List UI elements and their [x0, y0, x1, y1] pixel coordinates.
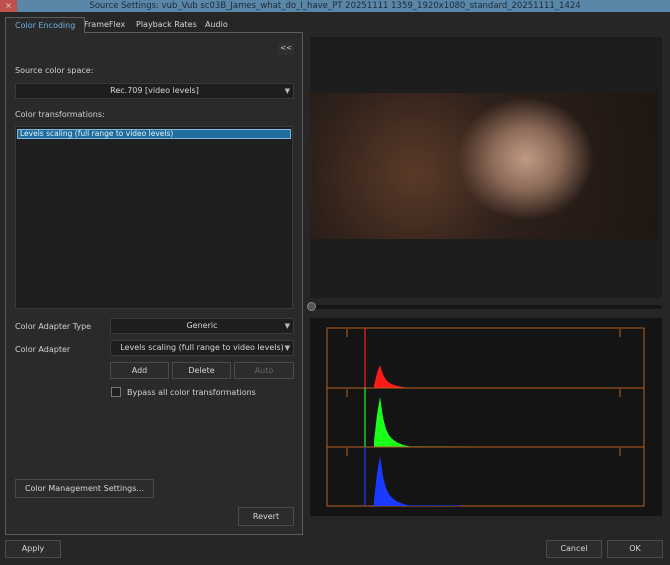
tab-color-encoding[interactable]: Color Encoding	[5, 17, 86, 33]
window-title: Source Settings: vub_Vub sc03B_James_wha…	[89, 1, 581, 11]
tab-audio[interactable]: Audio	[196, 17, 237, 33]
histogram-panel	[310, 318, 662, 516]
color-transformations-list[interactable]: Levels scaling (full range to video leve…	[15, 126, 293, 309]
tab-playback-rates[interactable]: Playback Rates	[127, 17, 206, 33]
rgb-histogram	[326, 327, 645, 507]
auto-button[interactable]: Auto	[234, 362, 294, 379]
bypass-label: Bypass all color transformations	[127, 388, 256, 397]
color-management-settings-button[interactable]: Color Management Settings...	[15, 479, 154, 498]
color-adapter-value: Levels scaling (full range to video leve…	[120, 343, 284, 352]
source-color-space-label: Source color space:	[15, 66, 94, 75]
video-frame-image	[310, 93, 658, 239]
bypass-checkbox[interactable]	[111, 387, 121, 397]
color-adapter-select[interactable]: Levels scaling (full range to video leve…	[110, 340, 294, 356]
apply-button[interactable]: Apply	[5, 540, 61, 558]
dropdown-arrow-icon: ▼	[284, 322, 290, 330]
cancel-button[interactable]: Cancel	[546, 540, 602, 558]
color-adapter-type-select[interactable]: Generic ▼	[110, 318, 294, 334]
dropdown-arrow-icon: ▼	[284, 344, 290, 352]
ok-button[interactable]: OK	[607, 540, 663, 558]
collapse-button[interactable]: <<	[278, 43, 294, 55]
slider-handle[interactable]	[307, 302, 316, 311]
color-adapter-type-value: Generic	[186, 321, 218, 330]
color-adapter-type-label: Color Adapter Type	[15, 322, 92, 331]
list-item[interactable]: Levels scaling (full range to video leve…	[17, 129, 291, 139]
title-bar: Source Settings: vub_Vub sc03B_James_wha…	[0, 0, 670, 12]
color-transformations-label: Color transformations:	[15, 110, 105, 119]
revert-button[interactable]: Revert	[238, 507, 294, 526]
blue-histogram	[374, 455, 460, 506]
delete-button[interactable]: Delete	[172, 362, 231, 379]
source-color-space-value: Rec.709 [video levels]	[110, 86, 199, 95]
close-button[interactable]: ×	[0, 0, 17, 12]
timeline-slider[interactable]	[310, 305, 662, 309]
color-adapter-label: Color Adapter	[15, 345, 71, 354]
dropdown-arrow-icon: ▼	[284, 87, 290, 95]
green-histogram	[374, 396, 490, 447]
red-histogram	[374, 365, 525, 388]
source-color-space-select[interactable]: Rec.709 [video levels] ▼	[15, 83, 294, 99]
histogram-frame	[326, 327, 645, 507]
add-button[interactable]: Add	[110, 362, 169, 379]
